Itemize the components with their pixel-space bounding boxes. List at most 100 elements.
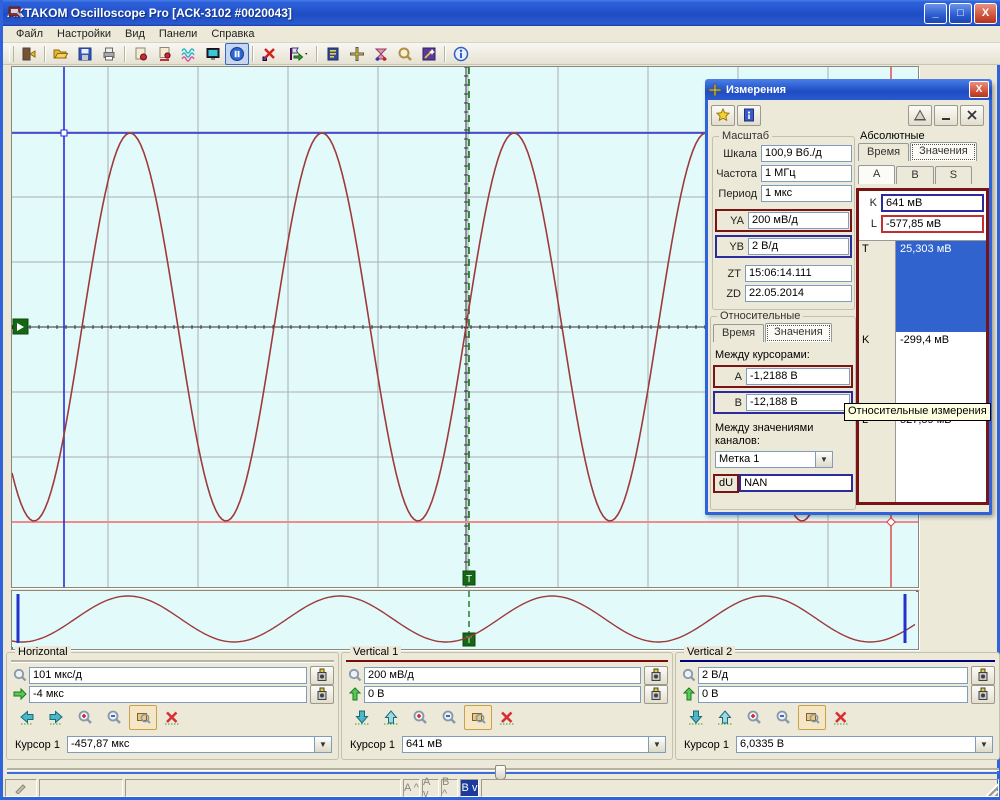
auto-offset-button[interactable] (644, 685, 668, 704)
row-t-value[interactable]: 25,303 мВ (896, 241, 986, 332)
relative-tab-values[interactable]: Значения (765, 323, 832, 342)
dialog-chart-button[interactable] (908, 105, 932, 126)
zoom-out-button[interactable] (769, 705, 797, 730)
favorites-button[interactable] (711, 105, 735, 126)
add-marker-button[interactable] (281, 43, 313, 65)
vertical2-scale-field[interactable]: 2 В/д (698, 667, 968, 684)
chevron-down-icon[interactable]: ▼ (648, 737, 665, 752)
pause-button[interactable] (225, 43, 249, 65)
close-button[interactable]: X (974, 3, 997, 24)
menu-help[interactable]: Справка (204, 27, 261, 41)
auto-offset-button[interactable] (971, 685, 995, 704)
minimize-button[interactable]: _ (924, 3, 947, 24)
absolute-tab-values[interactable]: Значения (910, 142, 977, 161)
yb-field[interactable]: 2 В/д (748, 238, 849, 255)
row-k-value[interactable]: -299,4 мВ (896, 332, 986, 412)
zt-field[interactable]: 15:06:14.111 (745, 265, 852, 282)
record-b-button[interactable] (153, 43, 177, 65)
horizontal-scale-field[interactable]: 101 мкс/д (29, 667, 307, 684)
zoom-in-button[interactable] (406, 705, 434, 730)
info-button[interactable] (449, 43, 473, 65)
shkala-field[interactable]: 100,9 Вб./д (761, 145, 852, 162)
ya-field[interactable]: 200 мВ/д (748, 212, 849, 229)
slider-thumb[interactable] (495, 765, 506, 780)
vertical1-offset-field[interactable]: 0 В (364, 686, 641, 703)
chevron-down-icon[interactable]: ▼ (815, 452, 832, 467)
menu-panels[interactable]: Панели (152, 27, 204, 41)
cursor-a-field[interactable]: -1,2188 В (746, 368, 850, 385)
reset-zoom-button[interactable] (827, 705, 855, 730)
dialog-close-button[interactable]: X (969, 81, 989, 98)
display-button[interactable] (201, 43, 225, 65)
dialog-minimize-button[interactable] (934, 105, 958, 126)
pan-down-button[interactable] (348, 705, 376, 730)
chastota-field[interactable]: 1 МГц (761, 165, 852, 182)
menu-settings[interactable]: Настройки (50, 27, 118, 41)
row-l-value[interactable]: 527,59 мВ (896, 412, 986, 496)
zoom-in-button[interactable] (740, 705, 768, 730)
reset-zoom-button[interactable] (493, 705, 521, 730)
record-a-button[interactable] (129, 43, 153, 65)
status-b-up[interactable]: B ^ (441, 779, 458, 797)
vertical1-cursor-combo[interactable]: 641 мВ ▼ (402, 736, 666, 753)
waveform-button[interactable] (177, 43, 201, 65)
auto-offset-button[interactable] (310, 685, 334, 704)
auto-scale-button[interactable] (310, 666, 334, 685)
search-button[interactable] (393, 43, 417, 65)
mark-select[interactable]: Метка 1 ▼ (715, 451, 833, 468)
cursor-b-field[interactable]: -12,188 В (746, 394, 850, 411)
open-button[interactable] (49, 43, 73, 65)
du-field[interactable]: NAN (739, 474, 853, 492)
pan-up-button[interactable] (711, 705, 739, 730)
exit-button[interactable] (17, 43, 41, 65)
relative-tab-time[interactable]: Время (713, 324, 764, 342)
resize-grip[interactable] (985, 783, 998, 796)
period-field[interactable]: 1 мкс (761, 185, 852, 202)
status-b-down[interactable]: B v (460, 779, 479, 797)
vertical1-scale-field[interactable]: 200 мВ/д (364, 667, 641, 684)
wizard-button[interactable] (417, 43, 441, 65)
print-button[interactable] (97, 43, 121, 65)
reset-zoom-button[interactable] (158, 705, 186, 730)
zoom-window-button[interactable] (798, 705, 826, 730)
save-button[interactable] (73, 43, 97, 65)
horizontal-offset-field[interactable]: -4 мкс (29, 686, 307, 703)
panels-button[interactable] (321, 43, 345, 65)
chevron-down-icon[interactable]: ▼ (314, 737, 331, 752)
pan-left-button[interactable] (13, 705, 41, 730)
toolbar-grip[interactable] (9, 46, 14, 62)
time-scroll-slider[interactable] (7, 765, 999, 777)
chevron-down-icon[interactable]: ▼ (975, 737, 992, 752)
zoom-out-button[interactable] (100, 705, 128, 730)
pan-right-button[interactable] (42, 705, 70, 730)
channel-tab-s[interactable]: S (935, 166, 972, 184)
horizontal-cursor-combo[interactable]: -457,87 мкс ▼ (67, 736, 332, 753)
dialog-close2-button[interactable] (960, 105, 984, 126)
generator-button[interactable] (369, 43, 393, 65)
status-a-up[interactable]: A ^ (403, 779, 420, 797)
scope-overview-strip[interactable]: T (11, 590, 919, 650)
help-button[interactable] (737, 105, 761, 126)
measurements-dialog-titlebar[interactable]: Измерения X (705, 79, 992, 100)
delete-marker-button[interactable] (257, 43, 281, 65)
channel-tab-b[interactable]: B (896, 166, 933, 184)
pan-up-button[interactable] (377, 705, 405, 730)
maximize-button[interactable]: □ (949, 3, 972, 24)
menu-view[interactable]: Вид (118, 27, 152, 41)
zoom-out-button[interactable] (435, 705, 463, 730)
zoom-in-button[interactable] (71, 705, 99, 730)
vertical2-cursor-combo[interactable]: 6,0335 В ▼ (736, 736, 993, 753)
vertical2-offset-field[interactable]: 0 В (698, 686, 968, 703)
l-field[interactable]: -577,85 мВ (881, 215, 984, 233)
zoom-window-button[interactable] (464, 705, 492, 730)
menu-file[interactable]: Файл (9, 27, 50, 41)
measure-button[interactable] (345, 43, 369, 65)
channel-tab-a[interactable]: A (858, 165, 895, 184)
pan-down-button[interactable] (682, 705, 710, 730)
auto-scale-button[interactable] (971, 666, 995, 685)
zoom-window-button[interactable] (129, 705, 157, 730)
absolute-tab-time[interactable]: Время (858, 143, 909, 161)
zd-field[interactable]: 22.05.2014 (745, 285, 852, 302)
k-field[interactable]: 641 мВ (881, 194, 984, 212)
auto-scale-button[interactable] (644, 666, 668, 685)
